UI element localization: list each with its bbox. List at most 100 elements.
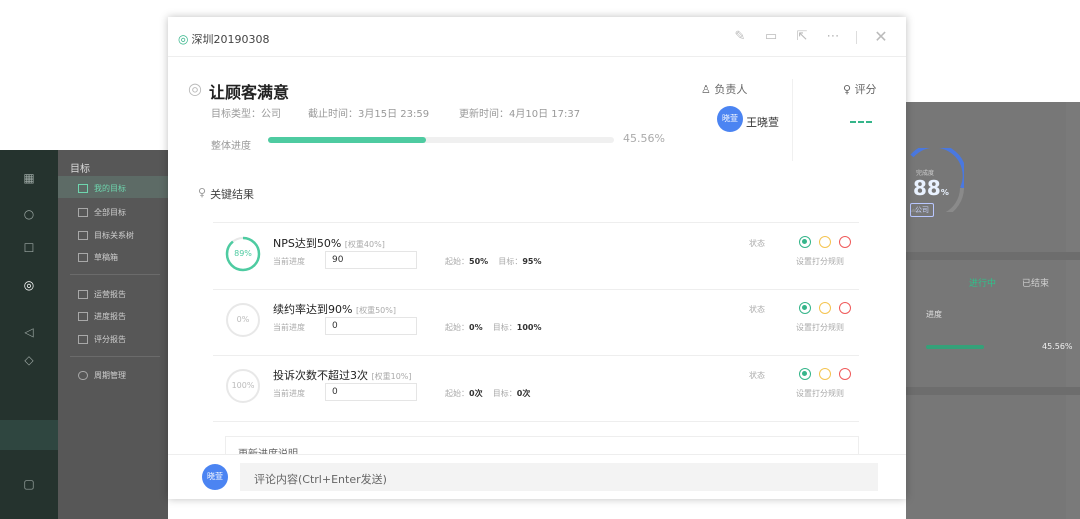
grid-icon[interactable]: ▦ (22, 172, 36, 184)
key-result-row: 0% 续约率达到90% [权重50%] 当前进度 0 起始：0% 目标：100% 状态 设置… (213, 289, 859, 355)
overall-progress-value: 45.56% (623, 132, 665, 145)
kr-target-label: 目标： (492, 323, 517, 332)
kr-title-text: 投诉次数不超过3次 (273, 369, 368, 382)
score-placeholder (850, 121, 872, 124)
menu-item-ops-report[interactable]: 运营报告 (78, 289, 126, 300)
kr-ring-text: 100% (231, 381, 255, 390)
status-yellow-radio[interactable] (819, 302, 831, 314)
target-icon: ◎ (188, 79, 202, 98)
owner-name: 王晓萱 (746, 116, 779, 129)
owner-header: ♙ 负责人 (701, 83, 748, 96)
status-yellow-radio[interactable] (819, 368, 831, 380)
kr-status-label: 状态 (749, 305, 765, 314)
menu-item-label: 进度报告 (94, 312, 126, 321)
kr-title[interactable]: 续约率达到90% [权重50%] (273, 301, 396, 317)
kr-target-value: 95% (522, 257, 542, 266)
owner-header-label: 负责人 (714, 83, 748, 96)
kr-weight: [权重40%] (344, 240, 385, 249)
score-header[interactable]: ♀ 评分 (843, 81, 877, 97)
lightbulb-icon: ♀ (198, 186, 207, 199)
set-scoring-rule-link[interactable]: 设置打分规则 (796, 256, 844, 267)
global-nav: ▦ ○ ☐ ◎ ◁ ◇ ▢ (0, 150, 58, 519)
kr-title-text: NPS达到50% (273, 237, 342, 250)
menu-item-goal-tree[interactable]: 目标关系树 (78, 230, 134, 241)
status-red-radio[interactable] (839, 302, 851, 314)
menu-item-drafts[interactable]: 草稿箱 (78, 252, 118, 263)
avatar: 晓萱 (202, 464, 228, 490)
cycle-icon (78, 371, 88, 380)
cube-icon[interactable]: ◇ (22, 354, 36, 366)
kr-current-input[interactable]: 90 (325, 251, 417, 269)
user-icon[interactable]: ▢ (22, 478, 36, 490)
gauge-unit: % (940, 188, 949, 197)
close-icon[interactable]: ✕ (873, 29, 889, 45)
key-results-header: ♀ 关键结果 (198, 186, 254, 202)
share-icon[interactable]: ⇱ (794, 29, 810, 45)
key-results-title: 关键结果 (210, 188, 255, 201)
menu-item-progress-report[interactable]: 进度报告 (78, 311, 126, 322)
kr-start-label: 起始： (445, 389, 469, 398)
gauge-value: 88% (913, 176, 949, 200)
list-icon (78, 208, 88, 217)
key-result-row: 100% 投诉次数不超过3次 [权重10%] 当前进度 0 起始：0次 目标：0次 状态设… (213, 355, 859, 421)
avatar[interactable]: 晓萱 (717, 106, 743, 132)
panel-divider (906, 252, 1080, 260)
panel-divider (906, 387, 1080, 395)
progress-report-icon (78, 312, 88, 321)
kr-range: 起始：50% 目标：95% (445, 256, 541, 267)
menu-item-score-report[interactable]: 评分报告 (78, 334, 126, 345)
menu-item-label: 目标关系树 (94, 231, 134, 240)
edit-icon[interactable]: ✎ (732, 29, 748, 45)
kr-title[interactable]: NPS达到50% [权重40%] (273, 235, 385, 251)
kr-title[interactable]: 投诉次数不超过3次 [权重10%] (273, 367, 412, 383)
gauge-number: 88 (913, 176, 941, 200)
calendar-icon[interactable]: ☐ (22, 242, 36, 254)
menu-item-all-goals[interactable]: 全部目标 (78, 207, 126, 218)
key-result-row: 89% NPS达到50% [权重40%] 当前进度 90 起始：50% 目标：95% 状态… (213, 223, 859, 289)
status-red-radio[interactable] (839, 368, 851, 380)
kr-current-label: 当前进度 (273, 257, 305, 266)
overall-progress-label: 整体进度 (211, 141, 251, 152)
kr-status-label: 状态 (749, 239, 765, 248)
breadcrumb-label: 深圳20190308 (191, 33, 270, 46)
status-in-progress[interactable]: 进行中 (969, 276, 996, 289)
speaker-icon[interactable]: ◁ (22, 326, 36, 338)
status-green-radio[interactable] (799, 236, 811, 248)
goal-type-badge: 公司 (910, 203, 934, 217)
status-finished[interactable]: 已结束 (1022, 276, 1049, 289)
menu-item-label: 全部目标 (94, 208, 126, 217)
search-icon[interactable]: ○ (22, 208, 36, 220)
report-icon (78, 290, 88, 299)
set-scoring-rule-link[interactable]: 设置打分规则 (796, 388, 844, 399)
kr-range: 起始：0次 目标：0次 (445, 388, 530, 399)
comment-input[interactable]: 评论内容(Ctrl+Enter发送) (240, 463, 878, 491)
tree-icon (78, 231, 88, 240)
kr-weight: [权重50%] (355, 306, 396, 315)
kr-current-input[interactable]: 0 (325, 383, 417, 401)
kr-current-input[interactable]: 0 (325, 317, 417, 335)
status-red-radio[interactable] (839, 236, 851, 248)
overall-progress-fill (268, 137, 426, 143)
target-nav-icon[interactable]: ◎ (22, 279, 36, 291)
kr-start-value: 0次 (469, 389, 483, 398)
comment-icon[interactable]: ▭ (763, 29, 779, 45)
goal-deadline: 截止时间：3月15日 23:59 (308, 109, 430, 120)
breadcrumb[interactable]: ◎ 深圳20190308 (178, 31, 269, 47)
kr-target-value: 0次 (516, 389, 531, 398)
status-green-radio[interactable] (799, 302, 811, 314)
status-yellow-radio[interactable] (819, 236, 831, 248)
more-icon[interactable]: ⋯ (825, 29, 841, 45)
goal-updated: 更新时间：4月10日 17:37 (459, 109, 581, 120)
kr-status-label: 状态 (749, 371, 765, 380)
kr-weight: [权重10%] (371, 372, 412, 381)
kr-ring-text: 89% (234, 249, 252, 258)
kr-start-value: 50% (469, 257, 489, 266)
menu-item-cycle-mgmt[interactable]: 周期管理 (78, 370, 126, 381)
status-green-radio[interactable] (799, 368, 811, 380)
set-scoring-rule-link[interactable]: 设置打分规则 (796, 322, 844, 333)
kr-target-value: 100% (516, 323, 542, 332)
side-menu: 目标 我的目标 全部目标 目标关系树 草稿箱 运营报告 进度报告 评分报告 周期… (58, 150, 168, 519)
kr-current-label: 当前进度 (273, 389, 305, 398)
menu-item-my-goals[interactable]: 我的目标 (78, 183, 126, 194)
goal-title: 让顾客满意 (209, 83, 290, 102)
